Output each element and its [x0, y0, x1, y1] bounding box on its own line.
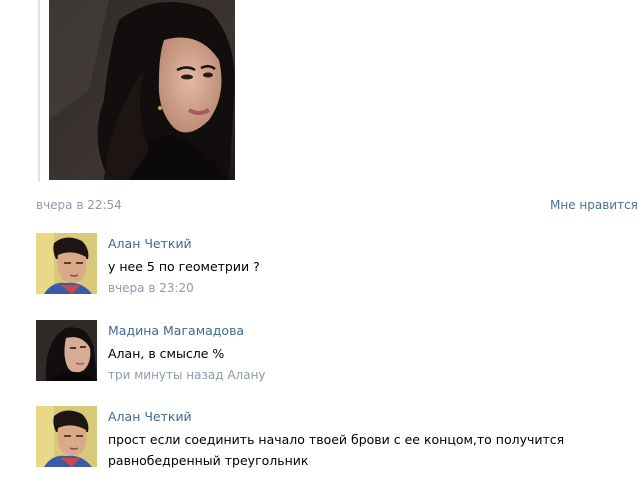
- comment-timestamp[interactable]: вчера в 23:20: [108, 280, 640, 296]
- comment-author[interactable]: Мадина Магамадова: [108, 323, 640, 339]
- avatar[interactable]: [36, 233, 97, 294]
- comment-author[interactable]: Алан Четкий: [108, 409, 640, 425]
- post-photo-image: [49, 0, 235, 180]
- avatar[interactable]: [36, 406, 97, 467]
- comment-timestamp[interactable]: три минуты назад Алану: [108, 367, 640, 383]
- comment-author[interactable]: Алан Четкий: [108, 236, 640, 252]
- comment-text: прост если соединить начало твоей брови …: [108, 432, 565, 468]
- comment-text: у нее 5 по геометрии ?: [108, 259, 260, 274]
- post-quote-bar: [38, 0, 40, 181]
- avatar-image-alan: [36, 233, 97, 294]
- post-timestamp[interactable]: вчера в 22:54: [36, 198, 122, 212]
- post-photo[interactable]: [49, 0, 235, 180]
- comment-text: Алан, в смысле %: [108, 346, 225, 361]
- avatar-image-madina: [36, 320, 97, 381]
- avatar-image-alan: [36, 406, 97, 467]
- avatar[interactable]: [36, 320, 97, 381]
- like-button[interactable]: Мне нравится: [550, 198, 638, 212]
